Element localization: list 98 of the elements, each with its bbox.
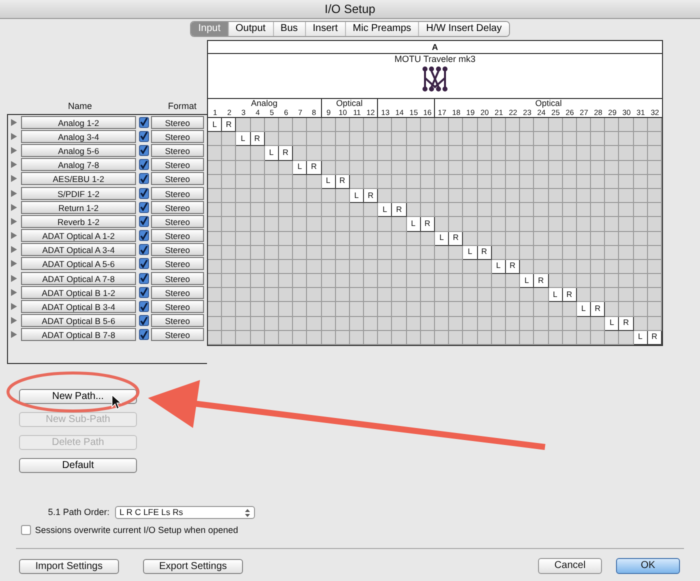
path-order-label: 5.1 Path Order: [48,506,110,519]
path-name-field[interactable]: AES/EBU 1-2 [21,172,136,186]
column-header: Name [68,100,92,112]
format-field[interactable]: Stereo [151,257,204,270]
tab[interactable]: Insert [306,22,346,36]
checkbox[interactable] [139,258,149,270]
overwrite-label: Sessions overwrite current I/O Setup when opened [35,524,238,537]
grid-cell[interactable]: L [236,132,251,146]
bank-label: A [432,40,438,54]
grid-cell[interactable]: L [293,160,308,175]
tab[interactable]: Mic Preamps [346,22,420,36]
format-field[interactable]: Stereo [151,144,204,157]
format-field[interactable]: Stereo [151,116,204,129]
path-order-dropdown[interactable]: L R C LFE Ls Rs [114,506,255,520]
checkbox[interactable] [139,130,149,142]
grid-cell[interactable]: R [449,232,464,246]
checkbox[interactable] [139,159,149,170]
checkbox[interactable] [139,202,149,213]
format-field[interactable]: Stereo [151,272,204,285]
checkbox[interactable] [139,329,149,340]
grid-cell[interactable]: R [392,203,407,218]
grid-cell[interactable]: L [435,232,450,246]
path-name-field[interactable]: Analog 7-8 [21,158,136,172]
grid-cell[interactable]: R [222,118,236,132]
grid-cell[interactable]: L [378,203,392,218]
grid-cell[interactable]: R [250,132,265,146]
group-label: Optical [535,99,562,108]
grid-cell[interactable]: L [605,316,620,331]
dialog-button[interactable]: Cancel [538,558,602,574]
path-name-field[interactable]: ADAT Optical B 5-6 [21,314,136,328]
settings-button[interactable]: Export Settings [143,558,243,574]
path-name-field[interactable]: Analog 5-6 [21,144,136,157]
device-name: MOTU Traveler mk3 [394,54,476,65]
checkbox[interactable] [139,144,149,156]
grid-cell[interactable]: R [278,146,294,161]
checkbox[interactable] [139,173,149,184]
mouse-cursor-icon [112,394,122,410]
grid-cell[interactable]: R [307,160,322,175]
grid-cell[interactable]: R [619,316,634,331]
checkbox[interactable] [139,272,149,284]
tab[interactable]: Bus [274,22,306,36]
grid-cell[interactable]: R [364,188,378,204]
path-button[interactable]: New Path... [19,389,137,404]
grid-cell[interactable]: R [591,302,606,317]
checkbox[interactable] [139,244,149,256]
group-label: Optical [336,99,363,108]
settings-button[interactable]: Import Settings [19,558,119,574]
format-field[interactable]: Stereo [151,158,204,172]
format-field[interactable]: Stereo [151,186,204,200]
group-label: Analog [251,99,278,108]
format-field[interactable]: Stereo [151,286,204,299]
tab[interactable]: H/W Insert Delay [419,22,509,36]
checkbox[interactable] [139,230,149,242]
column-header: Format [168,100,197,112]
format-field[interactable]: Stereo [151,214,204,228]
path-name-field[interactable]: Reverb 1-2 [21,214,136,228]
format-field[interactable]: Stereo [151,130,204,143]
grid-cell[interactable]: L [576,302,592,317]
format-field[interactable]: Stereo [151,243,204,256]
path-name-field[interactable]: ADAT Optical B 3-4 [21,300,136,314]
path-name-field[interactable]: S/PDIF 1-2 [21,186,136,200]
path-name-field[interactable]: Return 1-2 [21,200,136,214]
device-logo-icon [422,66,448,92]
dialog-button[interactable]: OK [616,558,680,574]
checkbox[interactable] [139,188,149,199]
checkbox[interactable] [139,286,149,298]
grid-cell[interactable]: L [548,288,563,302]
format-field[interactable]: Stereo [151,314,204,328]
checkbox[interactable] [139,116,149,128]
format-field[interactable]: Stereo [151,172,204,186]
grid-cell[interactable]: R [420,217,435,232]
grid-cell[interactable]: L [520,274,534,288]
path-name-field[interactable]: ADAT Optical A 1-2 [21,229,136,242]
checkbox[interactable] [139,315,149,326]
tab[interactable]: Output [228,22,274,36]
path-name-field[interactable]: ADAT Optical A 3-4 [21,243,136,256]
grid-cell[interactable]: L [208,118,222,132]
path-name-field[interactable]: ADAT Optical A 7-8 [21,272,136,285]
path-button[interactable]: Default [19,458,137,473]
window-title: I/O Setup [324,1,376,18]
checkbox[interactable] [21,525,31,536]
grid-cell[interactable]: L [463,246,478,260]
grid-cell[interactable]: R [562,288,577,302]
format-field[interactable]: Stereo [151,300,204,314]
grid-cell[interactable]: L [264,146,279,161]
format-field[interactable]: Stereo [151,229,204,242]
path-name-field[interactable]: Analog 1-2 [21,116,136,129]
checkbox[interactable] [139,301,149,312]
path-name-field[interactable]: ADAT Optical B 1-2 [21,286,136,299]
grid-cell[interactable]: R [534,274,548,288]
path-name-field[interactable]: Analog 3-4 [21,130,136,143]
format-field[interactable]: Stereo [151,200,204,214]
path-name-field[interactable]: ADAT Optical A 5-6 [21,257,136,270]
stepper-icon [244,508,250,517]
grid-cell[interactable]: L [406,217,421,232]
checkbox[interactable] [139,216,149,227]
path-name-field[interactable]: ADAT Optical B 7-8 [21,328,136,342]
format-field[interactable]: Stereo [151,328,204,342]
